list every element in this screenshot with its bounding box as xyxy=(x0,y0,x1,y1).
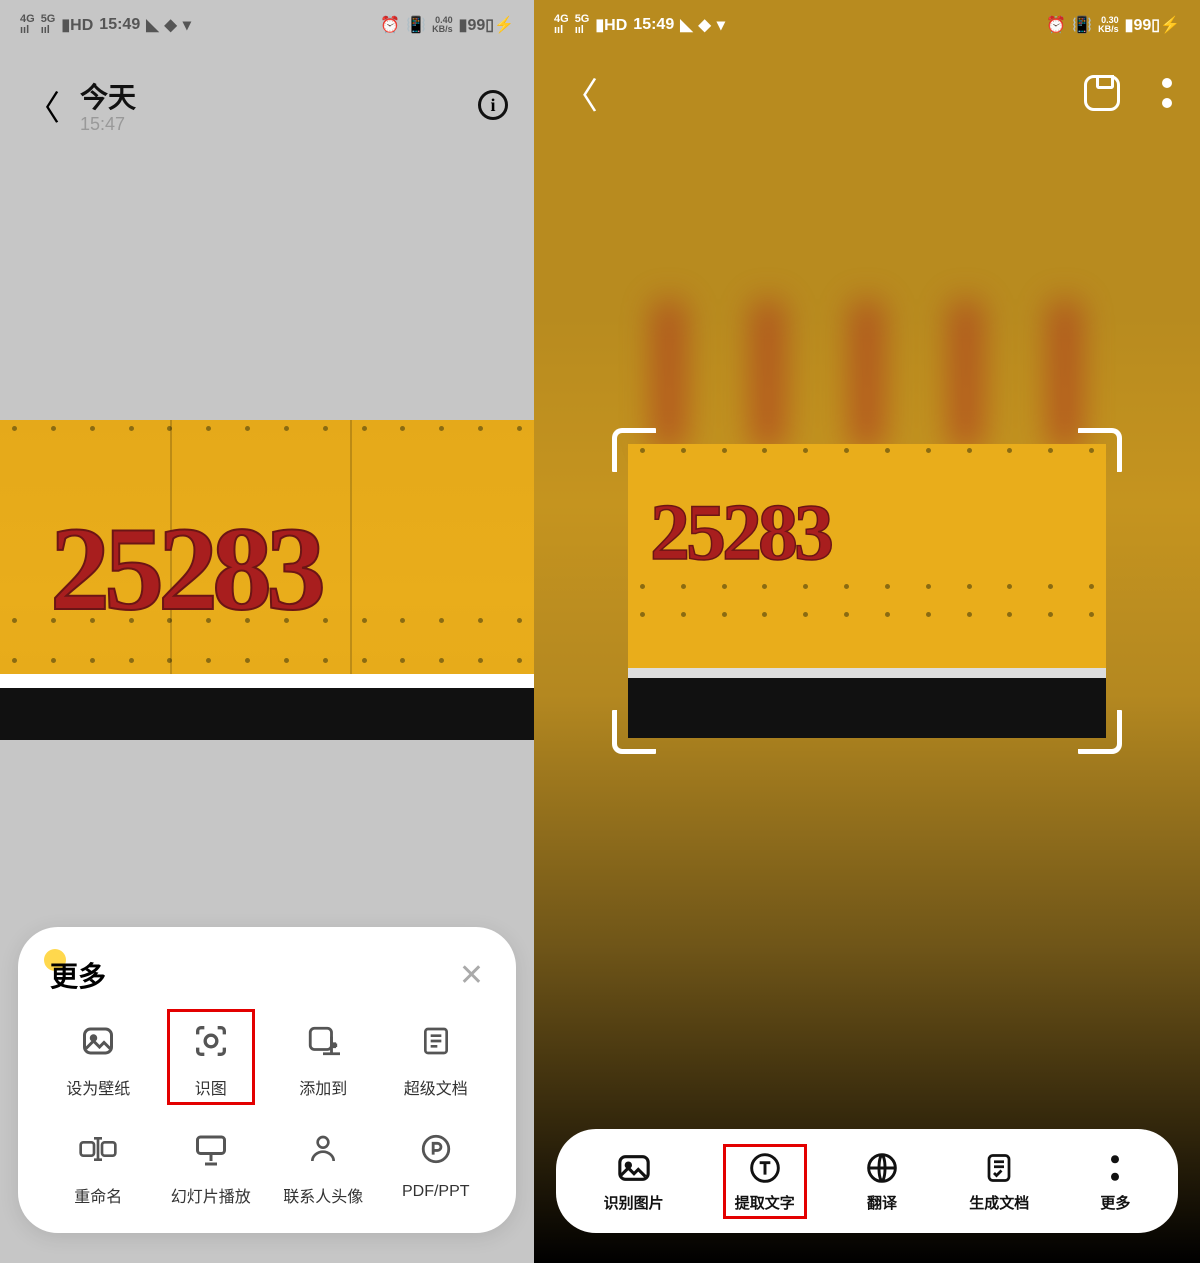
generate-doc-button[interactable]: 生成文档 xyxy=(969,1150,1029,1213)
more-button[interactable]: 更多 xyxy=(1100,1150,1130,1213)
document-lines-icon xyxy=(420,1019,452,1063)
scan-header: 〈 xyxy=(534,58,1200,128)
crop-number-text: 25283 xyxy=(650,488,830,579)
sheet-title: 更多 xyxy=(50,955,106,995)
hd-indicator: ▮HD xyxy=(61,15,93,35)
crop-handle-tr[interactable] xyxy=(1078,428,1122,472)
more-menu-button[interactable] xyxy=(1162,78,1172,108)
image-icon xyxy=(80,1019,116,1063)
clock: 15:49 xyxy=(99,16,140,34)
slideshow-button[interactable]: 幻灯片播放 xyxy=(155,1127,268,1207)
set-wallpaper-button[interactable]: 设为壁纸 xyxy=(42,1019,155,1099)
clock: 15:49 xyxy=(633,16,674,34)
battery-indicator: ▮99▯⚡ xyxy=(459,15,514,35)
extract-text-button[interactable]: 提取文字 xyxy=(735,1150,795,1213)
close-button[interactable]: ✕ xyxy=(459,958,484,993)
status-bar: 4Gııl 5Gııl ▮HD 15:49 ◣◆▾ ⏰ 📳 0.40KB/s ▮… xyxy=(0,0,534,50)
action-grid: 设为壁纸 识图 添加到 超级文档 重命名 xyxy=(42,1019,492,1207)
page-subtitle: 15:47 xyxy=(80,114,136,135)
more-actions-sheet: 更多 ✕ 设为壁纸 识图 添加到 xyxy=(18,927,516,1233)
translate-button[interactable]: 翻译 xyxy=(866,1150,898,1213)
person-icon xyxy=(307,1127,339,1171)
recognize-image-button[interactable]: 识别图片 xyxy=(604,1150,664,1213)
page-title: 今天 xyxy=(80,76,136,116)
status-bar: 4Gııl 5Gııl ▮HD 15:49 ◣◆▾ ⏰ 📳 0.30KB/s ▮… xyxy=(534,0,1200,50)
crop-frame[interactable]: 25283 xyxy=(612,428,1122,754)
dots-icon xyxy=(1109,1150,1121,1186)
crop-handle-tl[interactable] xyxy=(612,428,656,472)
text-circle-icon xyxy=(749,1150,781,1186)
pdf-ppt-button[interactable]: PDF/PPT xyxy=(380,1127,493,1207)
back-button[interactable]: 〈 xyxy=(26,81,60,130)
image-icon xyxy=(617,1150,651,1186)
alarm-icon: ⏰ xyxy=(1046,15,1066,35)
screen-text-extract: 4Gııl 5Gııl ▮HD 15:49 ◣◆▾ ⏰ 📳 0.30KB/s ▮… xyxy=(534,0,1200,1263)
super-doc-button[interactable]: 超级文档 xyxy=(380,1019,493,1099)
rename-button[interactable]: 重命名 xyxy=(42,1127,155,1207)
doc-check-icon xyxy=(984,1150,1014,1186)
contact-avatar-button[interactable]: 联系人头像 xyxy=(267,1127,380,1207)
add-square-icon xyxy=(306,1019,340,1063)
recognize-button[interactable]: 识图 xyxy=(155,1019,268,1099)
photo-content[interactable]: 25283 xyxy=(0,420,534,740)
scan-action-bar: 识别图片 提取文字 翻译 生成文档 更多 xyxy=(556,1129,1178,1233)
file-p-icon xyxy=(419,1127,453,1171)
info-button[interactable]: i xyxy=(478,90,508,120)
add-to-button[interactable]: 添加到 xyxy=(267,1019,380,1099)
back-button[interactable]: 〈 xyxy=(562,67,598,119)
presentation-icon xyxy=(193,1127,229,1171)
crop-handle-bl[interactable] xyxy=(612,710,656,754)
crop-handle-br[interactable] xyxy=(1078,710,1122,754)
battery-indicator: ▮99▯⚡ xyxy=(1125,15,1180,35)
vibrate-icon: 📳 xyxy=(1072,15,1092,35)
vibrate-icon: 📳 xyxy=(406,15,426,35)
photo-header: 〈 今天 15:47 i xyxy=(0,70,534,140)
panel-number-text: 25283 xyxy=(50,500,320,638)
save-button[interactable] xyxy=(1084,75,1120,111)
scan-icon xyxy=(191,1019,231,1063)
rename-icon xyxy=(78,1127,118,1171)
screen-photo-viewer: 4Gııl 5Gııl ▮HD 15:49 ◣◆▾ ⏰ 📳 0.40KB/s ▮… xyxy=(0,0,534,1263)
globe-icon xyxy=(866,1150,898,1186)
alarm-icon: ⏰ xyxy=(380,15,400,35)
